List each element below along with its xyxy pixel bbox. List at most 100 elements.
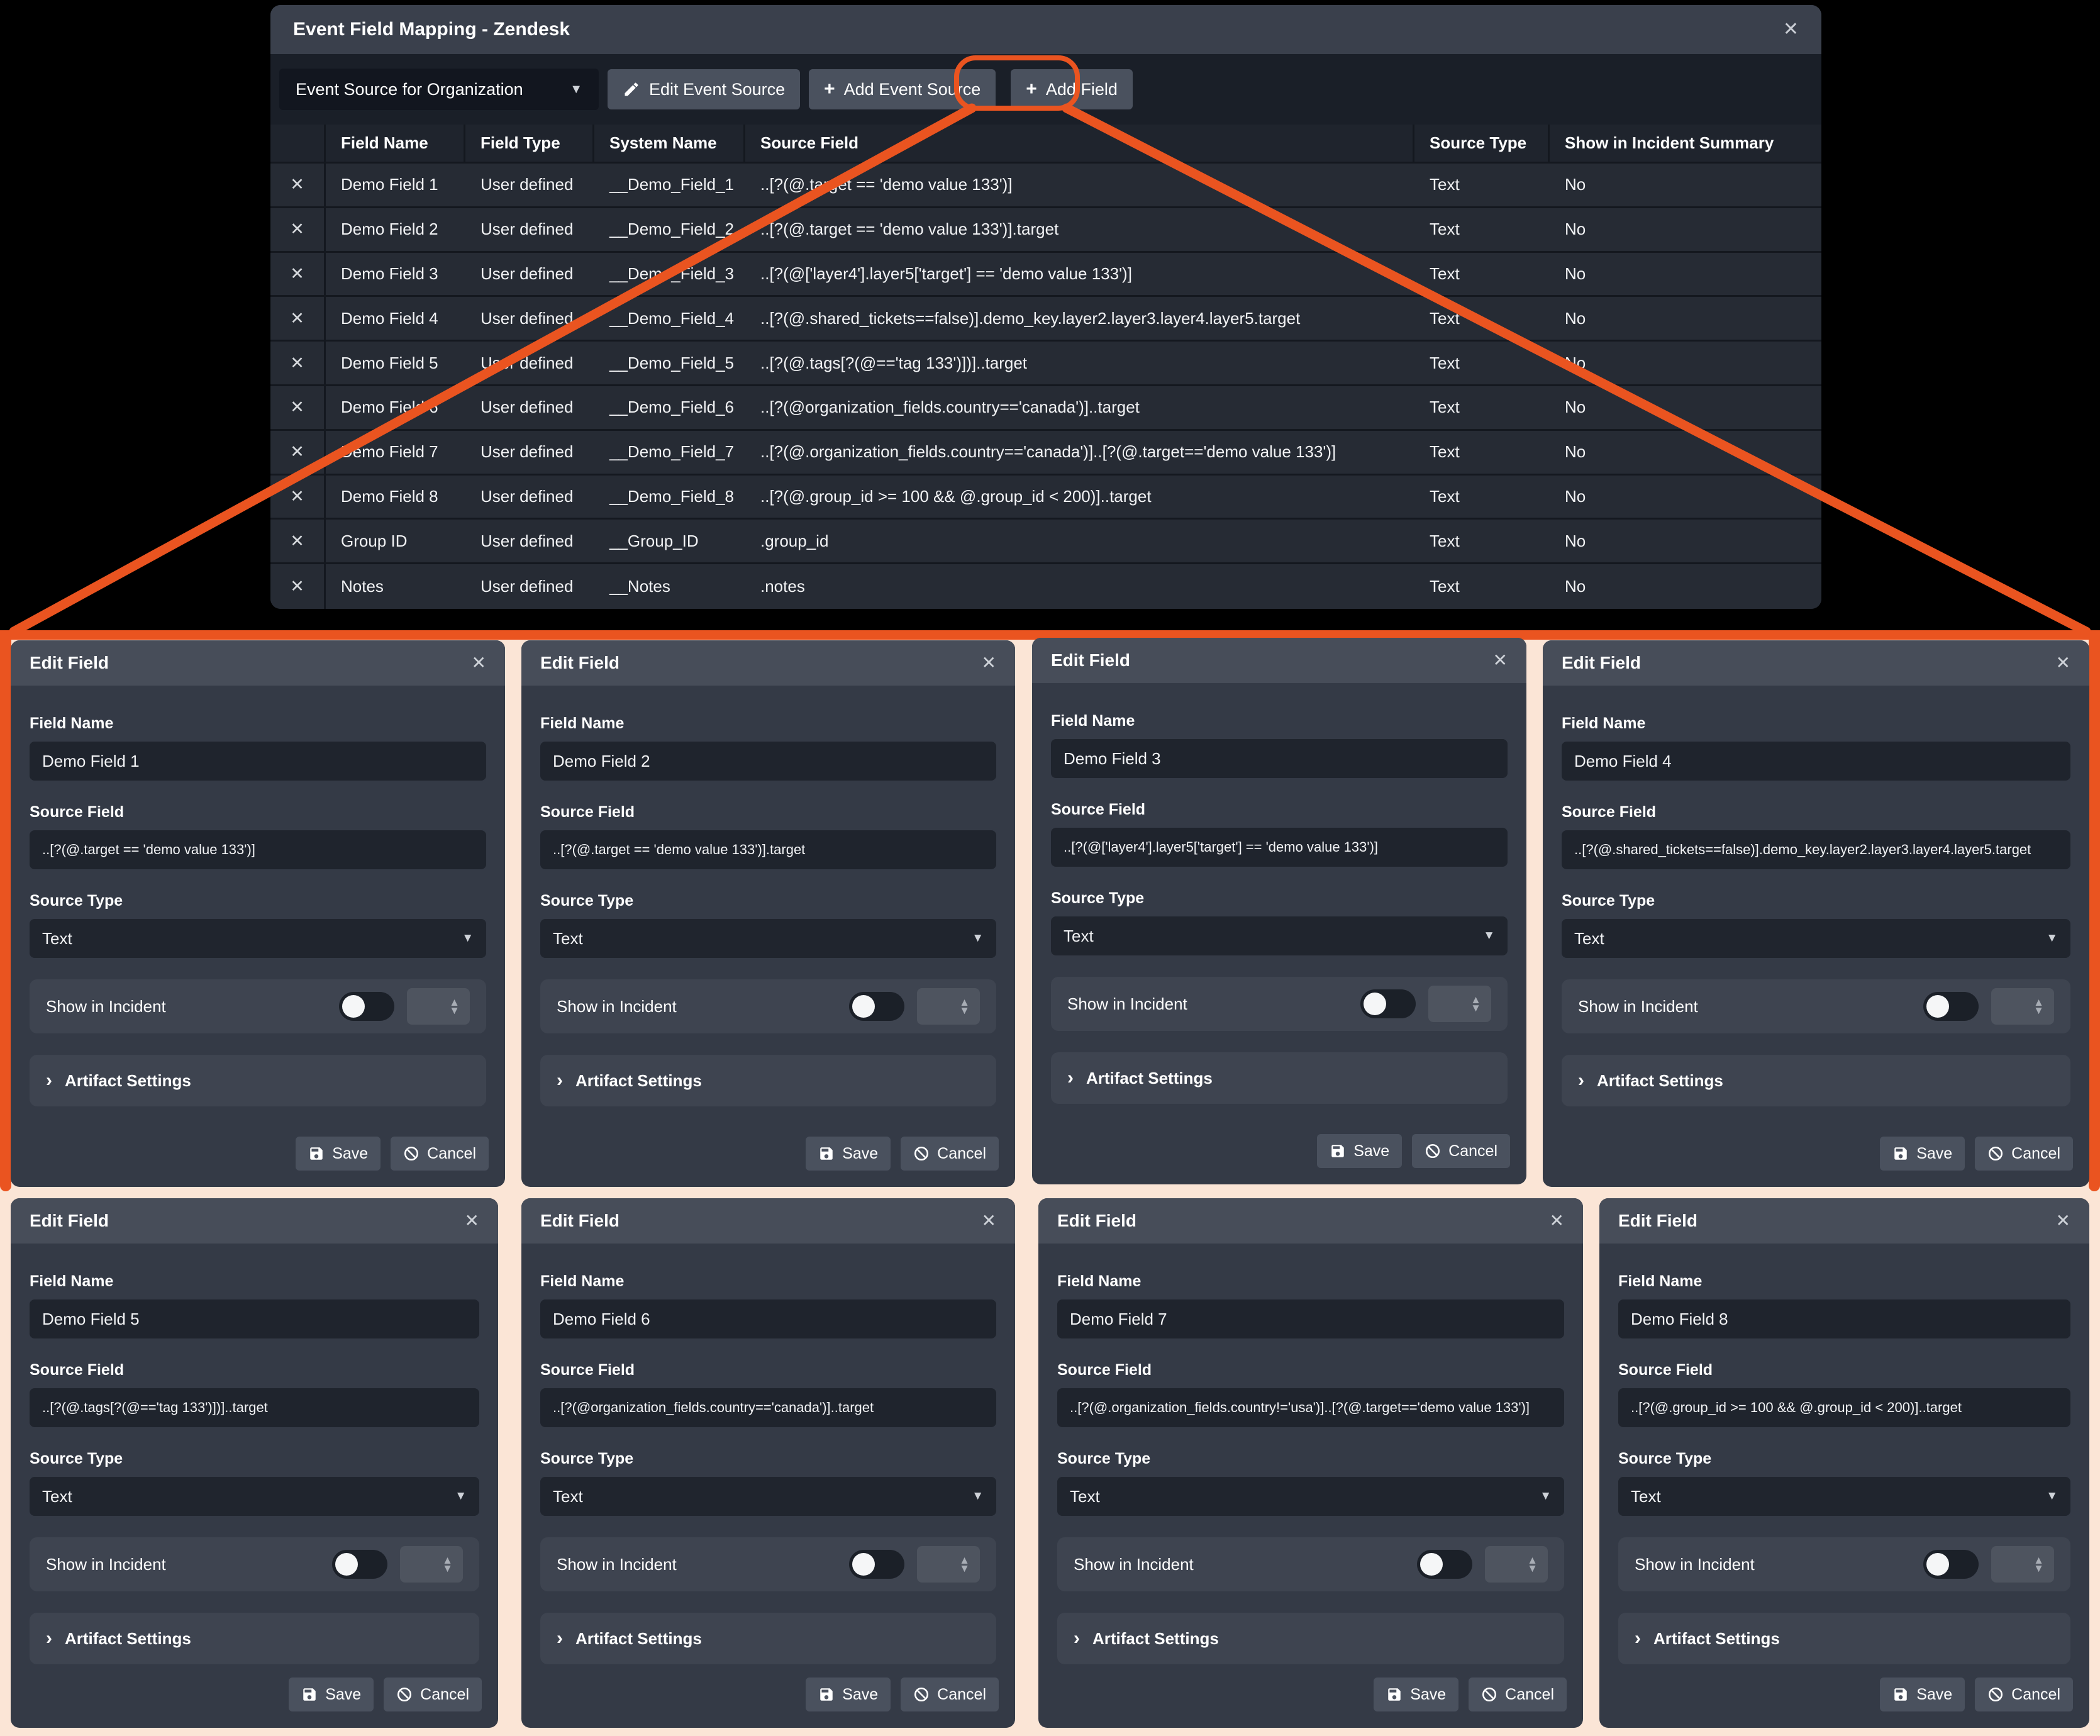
show-in-incident-toggle[interactable]	[1923, 992, 1979, 1021]
show-in-incident-toggle[interactable]	[1417, 1550, 1472, 1579]
close-icon[interactable]: ✕	[2056, 1212, 2070, 1230]
close-icon[interactable]: ✕	[982, 654, 996, 672]
source-type-select[interactable]: Text ▼	[30, 919, 486, 958]
field-name-input[interactable]: Demo Field 3	[1051, 739, 1508, 778]
show-in-incident-toggle[interactable]	[332, 1550, 387, 1579]
source-type-select[interactable]: Text ▼	[1562, 919, 2070, 958]
source-type-select[interactable]: Text ▼	[1051, 916, 1508, 955]
show-in-incident-toggle[interactable]	[1360, 989, 1416, 1018]
cancel-icon	[1481, 1686, 1497, 1703]
order-spinner[interactable]: ▲ ▼	[1428, 986, 1491, 1022]
save-button[interactable]: Save	[806, 1678, 891, 1711]
source-type-select[interactable]: Text ▼	[1618, 1477, 2070, 1516]
field-name-input[interactable]: Demo Field 2	[540, 742, 996, 781]
cancel-button[interactable]: Cancel	[1412, 1134, 1510, 1168]
source-field-input[interactable]: ..[?(@organization_fields.country=='cana…	[540, 1388, 996, 1427]
event-source-select[interactable]: Event Source for Organization ▼	[279, 69, 599, 110]
delete-row-icon[interactable]: ✕	[270, 564, 326, 609]
field-name-input[interactable]: Demo Field 7	[1057, 1299, 1564, 1338]
show-in-incident-label: Show in Incident	[1635, 1555, 1755, 1574]
source-field-input[interactable]: ..[?(@.target == 'demo value 133')].targ…	[540, 830, 996, 869]
delete-row-icon[interactable]: ✕	[270, 297, 326, 340]
field-name-input[interactable]: Demo Field 6	[540, 1299, 996, 1338]
artifact-settings-expander[interactable]: › Artifact Settings	[30, 1613, 479, 1664]
save-button[interactable]: Save	[1880, 1137, 1965, 1171]
field-name-input[interactable]: Demo Field 5	[30, 1299, 479, 1338]
order-spinner[interactable]: ▲ ▼	[917, 1546, 980, 1583]
field-name-input[interactable]: Demo Field 1	[30, 742, 486, 781]
field-name-input[interactable]: Demo Field 8	[1618, 1299, 2070, 1338]
save-button[interactable]: Save	[806, 1137, 891, 1171]
source-field-input[interactable]: ..[?(@.organization_fields.country!='usa…	[1057, 1388, 1564, 1427]
save-button[interactable]: Save	[296, 1137, 381, 1171]
show-in-incident-toggle[interactable]	[849, 1550, 904, 1579]
order-spinner[interactable]: ▲ ▼	[1991, 988, 2054, 1025]
close-icon[interactable]: ✕	[472, 654, 486, 672]
delete-row-icon[interactable]: ✕	[270, 253, 326, 296]
source-field-input[interactable]: ..[?(@.shared_tickets==false)].demo_key.…	[1562, 830, 2070, 869]
save-button[interactable]: Save	[1880, 1678, 1965, 1711]
source-field-input[interactable]: ..[?(@.group_id >= 100 && @.group_id < 2…	[1618, 1388, 2070, 1427]
artifact-settings-expander[interactable]: › Artifact Settings	[30, 1055, 486, 1106]
artifact-settings-expander[interactable]: › Artifact Settings	[1562, 1055, 2070, 1106]
close-icon[interactable]: ✕	[1493, 652, 1508, 669]
artifact-settings-expander[interactable]: › Artifact Settings	[1051, 1052, 1508, 1104]
add-field-button[interactable]: + Add Field	[1011, 69, 1133, 109]
artifact-settings-expander[interactable]: › Artifact Settings	[1057, 1613, 1564, 1664]
order-spinner[interactable]: ▲ ▼	[400, 1546, 463, 1583]
spinner-arrows-icon: ▲ ▼	[1470, 996, 1481, 1013]
source-type-select[interactable]: Text ▼	[1057, 1477, 1564, 1516]
show-in-incident-toggle[interactable]	[339, 992, 394, 1021]
show-in-incident-panel: Show in Incident ▲ ▼	[1057, 1537, 1564, 1591]
delete-row-icon[interactable]: ✕	[270, 386, 326, 429]
edit-field-dialog: Edit Field ✕ Field Name Demo Field 3 Sou…	[1032, 638, 1526, 1184]
delete-row-icon[interactable]: ✕	[270, 476, 326, 518]
show-in-incident-toggle[interactable]	[1923, 1550, 1979, 1579]
order-spinner[interactable]: ▲ ▼	[407, 988, 470, 1025]
close-icon[interactable]: ✕	[982, 1212, 996, 1230]
order-spinner[interactable]: ▲ ▼	[1485, 1546, 1548, 1583]
cancel-button[interactable]: Cancel	[384, 1678, 482, 1711]
show-in-incident-toggle[interactable]	[849, 992, 904, 1021]
close-icon[interactable]: ✕	[465, 1212, 479, 1230]
save-button[interactable]: Save	[1317, 1134, 1402, 1168]
cancel-button[interactable]: Cancel	[901, 1678, 999, 1711]
cancel-button[interactable]: Cancel	[901, 1137, 999, 1171]
chevron-down-icon: ▼	[1483, 929, 1495, 943]
close-icon[interactable]: ✕	[1783, 20, 1799, 39]
source-type-select[interactable]: Text ▼	[30, 1477, 479, 1516]
artifact-settings-expander[interactable]: › Artifact Settings	[540, 1613, 996, 1664]
delete-row-icon[interactable]: ✕	[270, 431, 326, 474]
delete-row-icon[interactable]: ✕	[270, 342, 326, 384]
field-name-input[interactable]: Demo Field 4	[1562, 742, 2070, 781]
save-button[interactable]: Save	[289, 1678, 374, 1711]
edit-event-source-button[interactable]: Edit Event Source	[608, 69, 800, 109]
add-event-source-button[interactable]: + Add Event Source	[809, 69, 996, 109]
save-button[interactable]: Save	[1374, 1678, 1458, 1711]
order-spinner[interactable]: ▲ ▼	[917, 988, 980, 1025]
cancel-button[interactable]: Cancel	[1469, 1678, 1567, 1711]
show-in-incident-controls: ▲ ▼	[849, 1546, 980, 1583]
source-type-select[interactable]: Text ▼	[540, 919, 996, 958]
order-spinner[interactable]: ▲ ▼	[1991, 1546, 2054, 1583]
cancel-button[interactable]: Cancel	[1975, 1137, 2073, 1171]
artifact-settings-expander[interactable]: › Artifact Settings	[540, 1055, 996, 1106]
cancel-button[interactable]: Cancel	[1975, 1678, 2073, 1711]
table-row: ✕ Notes User defined __Notes .notes Text…	[270, 564, 1821, 609]
field-name-label: Field Name	[1618, 1272, 2070, 1291]
source-field-input[interactable]: ..[?(@['layer4'].layer5['target'] == 'de…	[1051, 828, 1508, 867]
source-field-input[interactable]: ..[?(@.tags[?(@=='tag 133')])]..target	[30, 1388, 479, 1427]
source-field-input[interactable]: ..[?(@.target == 'demo value 133')]	[30, 830, 486, 869]
source-type-select[interactable]: Text ▼	[540, 1477, 996, 1516]
cancel-button[interactable]: Cancel	[391, 1137, 489, 1171]
delete-row-icon[interactable]: ✕	[270, 164, 326, 206]
close-icon[interactable]: ✕	[2056, 654, 2070, 672]
close-icon[interactable]: ✕	[1550, 1212, 1564, 1230]
cancel-icon	[1987, 1686, 2004, 1703]
field-name-label: Field Name	[30, 715, 486, 733]
cell-field-type: User defined	[465, 431, 594, 474]
delete-row-icon[interactable]: ✕	[270, 208, 326, 251]
source-type-label: Source Type	[540, 892, 996, 910]
artifact-settings-expander[interactable]: › Artifact Settings	[1618, 1613, 2070, 1664]
delete-row-icon[interactable]: ✕	[270, 520, 326, 562]
